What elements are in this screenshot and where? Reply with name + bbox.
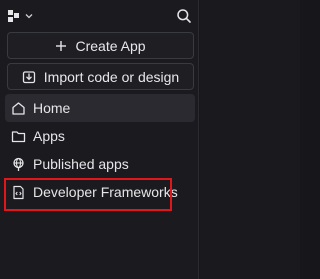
search-button[interactable]	[176, 8, 192, 24]
sidebar: Create App Import code or design Home Ap…	[0, 0, 199, 279]
plus-icon	[55, 40, 67, 52]
sidebar-item-label: Home	[33, 100, 71, 116]
import-icon	[22, 70, 36, 84]
sidebar-header	[0, 0, 199, 30]
workspace-logo-icon	[8, 10, 20, 22]
chevron-down-icon	[25, 13, 33, 19]
sidebar-item-developer-frameworks[interactable]: Developer Frameworks	[5, 178, 195, 206]
sidebar-item-published-apps[interactable]: Published apps	[5, 150, 195, 178]
sidebar-nav: Home Apps Published apps Developer Frame…	[5, 94, 195, 206]
main-content	[200, 0, 300, 279]
sidebar-item-apps[interactable]: Apps	[5, 122, 195, 150]
import-code-button[interactable]: Import code or design	[7, 63, 194, 90]
sidebar-item-label: Developer Frameworks	[33, 184, 178, 200]
code-file-icon	[11, 185, 26, 200]
home-icon	[11, 101, 26, 116]
sidebar-item-label: Published apps	[33, 156, 129, 172]
sidebar-item-home[interactable]: Home	[5, 94, 195, 122]
import-label: Import code or design	[43, 68, 180, 85]
create-app-button[interactable]: Create App	[7, 32, 194, 59]
folder-icon	[11, 129, 26, 144]
workspace-switcher[interactable]	[8, 8, 38, 24]
globe-icon	[11, 157, 26, 172]
create-app-label: Create App	[75, 37, 146, 54]
sidebar-item-label: Apps	[33, 128, 65, 144]
search-icon	[176, 9, 192, 28]
